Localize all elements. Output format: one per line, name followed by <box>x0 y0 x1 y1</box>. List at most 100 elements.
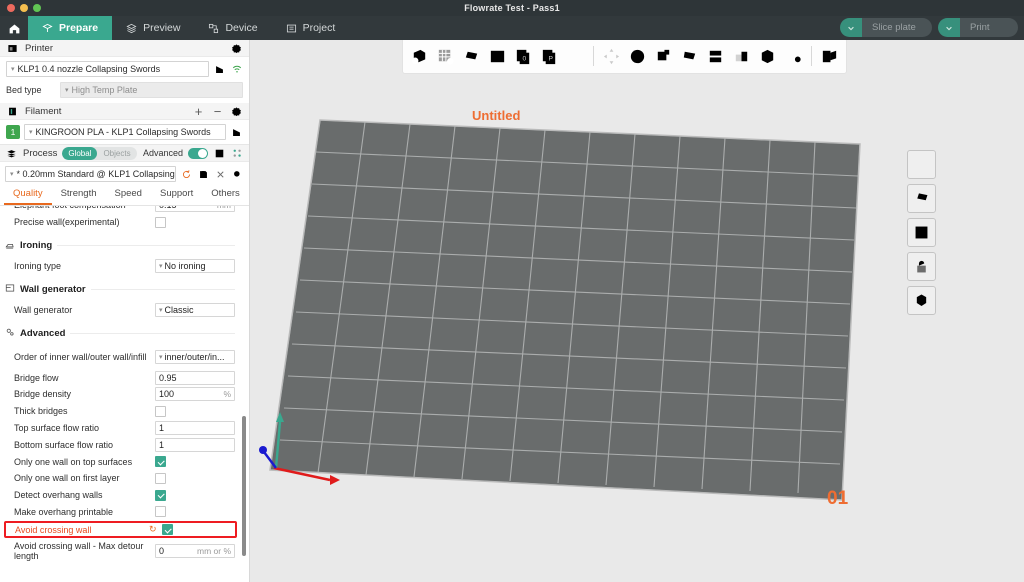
filament-preset-select[interactable]: ▾ KINGROON PLA - KLP1 Collapsing Swords <box>24 124 226 140</box>
tab-others[interactable]: Others <box>202 185 249 205</box>
arrange-plate-icon[interactable] <box>907 184 936 213</box>
setting-select[interactable]: ▾Classic <box>155 303 235 317</box>
maximize-window-button[interactable] <box>33 4 41 12</box>
tab-device-label: Device <box>225 22 257 34</box>
setting-input[interactable]: 0.95 <box>155 371 235 385</box>
setting-row[interactable]: Wall generator▾Classic <box>0 301 245 318</box>
list-view-icon[interactable] <box>213 147 226 160</box>
scope-objects-option[interactable]: Objects <box>97 147 136 160</box>
settings-scrollbar[interactable] <box>242 416 246 556</box>
setting-value: No ironing <box>165 261 206 271</box>
tab-project[interactable]: Project <box>272 16 350 40</box>
3d-viewport[interactable]: Untitled 01 0 P <box>250 40 1024 582</box>
process-close-icon[interactable] <box>214 168 227 181</box>
search-icon[interactable] <box>231 168 244 181</box>
add-object-icon[interactable] <box>407 42 432 70</box>
setting-control[interactable]: ↻ <box>149 524 229 535</box>
slice-dropdown-arrow[interactable] <box>840 18 862 37</box>
setting-input[interactable]: 1 <box>155 421 235 435</box>
printer-preset-select[interactable]: ▾ KLP1 0.4 nozzle Collapsing Swords <box>6 61 209 77</box>
process-save-icon[interactable] <box>197 168 210 181</box>
tab-speed[interactable]: Speed <box>106 185 151 205</box>
setting-input[interactable]: 1 <box>155 438 235 452</box>
setting-checkbox[interactable] <box>162 524 173 535</box>
plate-settings-icon[interactable] <box>907 218 936 247</box>
setting-row[interactable]: Avoid crossing wall - Max detour length0… <box>0 539 245 563</box>
setting-row[interactable]: Make overhang printable <box>0 504 245 521</box>
print-button[interactable]: Print <box>938 18 1018 37</box>
lock-icon[interactable] <box>907 252 936 281</box>
filament-gear-icon[interactable] <box>230 105 243 118</box>
setting-row-highlighted[interactable]: Avoid crossing wall↻ <box>4 521 237 538</box>
setting-checkbox[interactable] <box>155 506 166 517</box>
add-filament-button[interactable]: + <box>192 105 205 118</box>
settings-scroll-area[interactable]: Elephant foot compensation0.15mmPrecise … <box>0 206 249 582</box>
filament-slot-badge[interactable]: 1 <box>6 125 20 139</box>
setting-checkbox[interactable] <box>155 217 166 228</box>
setting-row[interactable]: Precise wall(experimental) <box>0 214 245 231</box>
setting-control[interactable] <box>155 506 235 517</box>
setting-control[interactable] <box>155 473 235 484</box>
setting-row[interactable]: Order of inner wall/outer wall/infill▾in… <box>0 345 245 369</box>
tab-preview[interactable]: Preview <box>112 16 194 40</box>
setting-checkbox[interactable] <box>155 490 166 501</box>
process-preset-select[interactable]: ▾ * 0.20mm Standard @ KLP1 Collapsing S.… <box>5 166 176 182</box>
filament-edit-icon[interactable] <box>230 126 243 139</box>
setting-input[interactable]: 100% <box>155 387 235 401</box>
svg-text:P: P <box>549 55 554 62</box>
remove-filament-button[interactable]: − <box>211 105 224 118</box>
plate-gear-icon[interactable] <box>907 286 936 315</box>
setting-control[interactable] <box>155 217 235 228</box>
compare-icon[interactable] <box>231 147 244 160</box>
reset-icon[interactable]: ↻ <box>149 524 157 535</box>
setting-row[interactable]: Bridge density100% <box>0 386 245 403</box>
printer-gear-icon[interactable] <box>230 42 243 55</box>
prepare-icon <box>42 23 53 34</box>
add-plate-icon[interactable] <box>433 42 458 70</box>
slice-plate-button[interactable]: Slice plate <box>840 18 932 37</box>
setting-checkbox[interactable] <box>155 456 166 467</box>
setting-row[interactable]: Bottom surface flow ratio1 <box>0 436 245 453</box>
setting-row[interactable]: Elephant foot compensation0.15mm <box>0 206 245 214</box>
process-reset-icon[interactable] <box>180 168 193 181</box>
process-scope-toggle[interactable]: Global Objects <box>62 147 136 160</box>
chevron-down-icon: ▾ <box>11 65 15 73</box>
setting-row[interactable]: Detect overhang walls <box>0 487 245 504</box>
tab-strength[interactable]: Strength <box>52 185 106 205</box>
window-controls[interactable] <box>7 4 41 12</box>
tab-device[interactable]: Device <box>194 16 271 40</box>
setting-label: Avoid crossing wall <box>15 525 149 535</box>
close-window-button[interactable] <box>7 4 15 12</box>
setting-control[interactable] <box>155 406 235 417</box>
process-preset-value: * 0.20mm Standard @ KLP1 Collapsing S... <box>17 169 176 179</box>
delete-plate-icon[interactable] <box>907 150 936 179</box>
setting-select[interactable]: ▾No ironing <box>155 259 235 273</box>
wifi-icon[interactable] <box>230 63 243 76</box>
scope-global-option[interactable]: Global <box>62 147 97 160</box>
setting-input[interactable]: 0.15mm <box>155 206 235 212</box>
setting-row[interactable]: Only one wall on first layer <box>0 470 245 487</box>
settings-section-header: Wall generator <box>0 274 245 301</box>
setting-checkbox[interactable] <box>155 406 166 417</box>
setting-control[interactable] <box>155 456 235 467</box>
process-icon <box>5 147 18 160</box>
setting-select[interactable]: ▾inner/outer/in... <box>155 350 235 364</box>
setting-checkbox[interactable] <box>155 473 166 484</box>
setting-row[interactable]: Top surface flow ratio1 <box>0 420 245 437</box>
setting-row[interactable]: Thick bridges <box>0 403 245 420</box>
printer-edit-icon[interactable] <box>213 63 226 76</box>
tab-prepare[interactable]: Prepare <box>28 16 112 40</box>
setting-row[interactable]: Only one wall on top surfaces <box>0 453 245 470</box>
tab-quality[interactable]: Quality <box>4 185 52 205</box>
setting-value: inner/outer/in... <box>165 352 225 362</box>
tab-support[interactable]: Support <box>151 185 202 205</box>
home-icon[interactable] <box>0 16 28 40</box>
minimize-window-button[interactable] <box>20 4 28 12</box>
setting-row[interactable]: Ironing type▾No ironing <box>0 258 245 275</box>
print-dropdown-arrow[interactable] <box>938 18 960 37</box>
setting-control[interactable] <box>155 490 235 501</box>
bed-type-select[interactable]: ▾ High Temp Plate <box>60 82 243 98</box>
advanced-mode-toggle[interactable] <box>188 148 208 159</box>
setting-row[interactable]: Bridge flow0.95 <box>0 369 245 386</box>
setting-input[interactable]: 0mm or % <box>155 544 235 558</box>
